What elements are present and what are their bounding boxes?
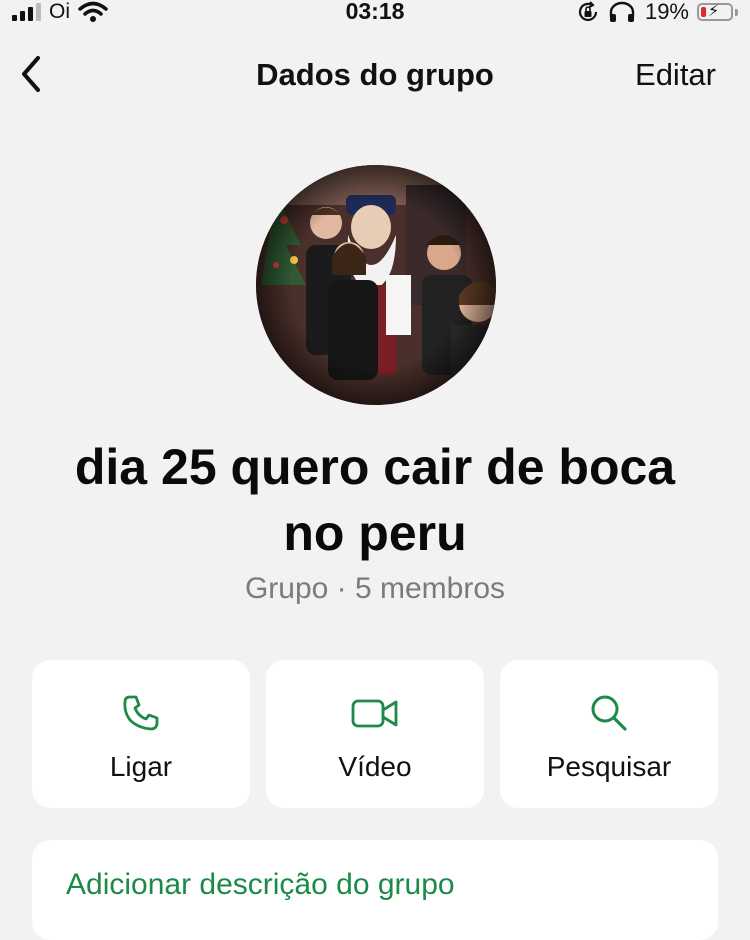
- add-description-link[interactable]: Adicionar descrição do grupo: [66, 868, 455, 902]
- group-meta[interactable]: Grupo · 5 membros: [0, 572, 750, 606]
- edit-button[interactable]: Editar: [635, 57, 716, 93]
- description-card: Adicionar descrição do grupo: [32, 840, 718, 940]
- action-row: Ligar Vídeo Pesquisar: [32, 660, 718, 808]
- search-label: Pesquisar: [546, 751, 672, 782]
- call-button[interactable]: Ligar: [32, 660, 250, 808]
- nav-bar: Dados do grupo Editar: [0, 44, 750, 104]
- battery-charging-icon: ⚡: [697, 3, 733, 21]
- rotation-lock-icon: [578, 1, 598, 21]
- video-label: Vídeo: [338, 751, 412, 782]
- status-bar: Oi 03:18 19% ⚡: [0, 0, 750, 28]
- group-photo: [256, 165, 496, 405]
- battery-cap: [735, 8, 738, 16]
- group-avatar[interactable]: [256, 165, 496, 405]
- group-name: dia 25 quero cair de boca no peru: [74, 439, 676, 561]
- search-icon: [591, 695, 627, 731]
- call-label: Ligar: [109, 751, 173, 782]
- video-camera-icon: [351, 699, 398, 728]
- video-button[interactable]: Vídeo: [266, 660, 484, 808]
- status-right: 19% ⚡: [577, 0, 738, 24]
- headphones-icon: [609, 1, 635, 22]
- search-button[interactable]: Pesquisar: [500, 660, 718, 808]
- phone-icon: [123, 695, 159, 731]
- battery-percent: 19%: [644, 0, 689, 24]
